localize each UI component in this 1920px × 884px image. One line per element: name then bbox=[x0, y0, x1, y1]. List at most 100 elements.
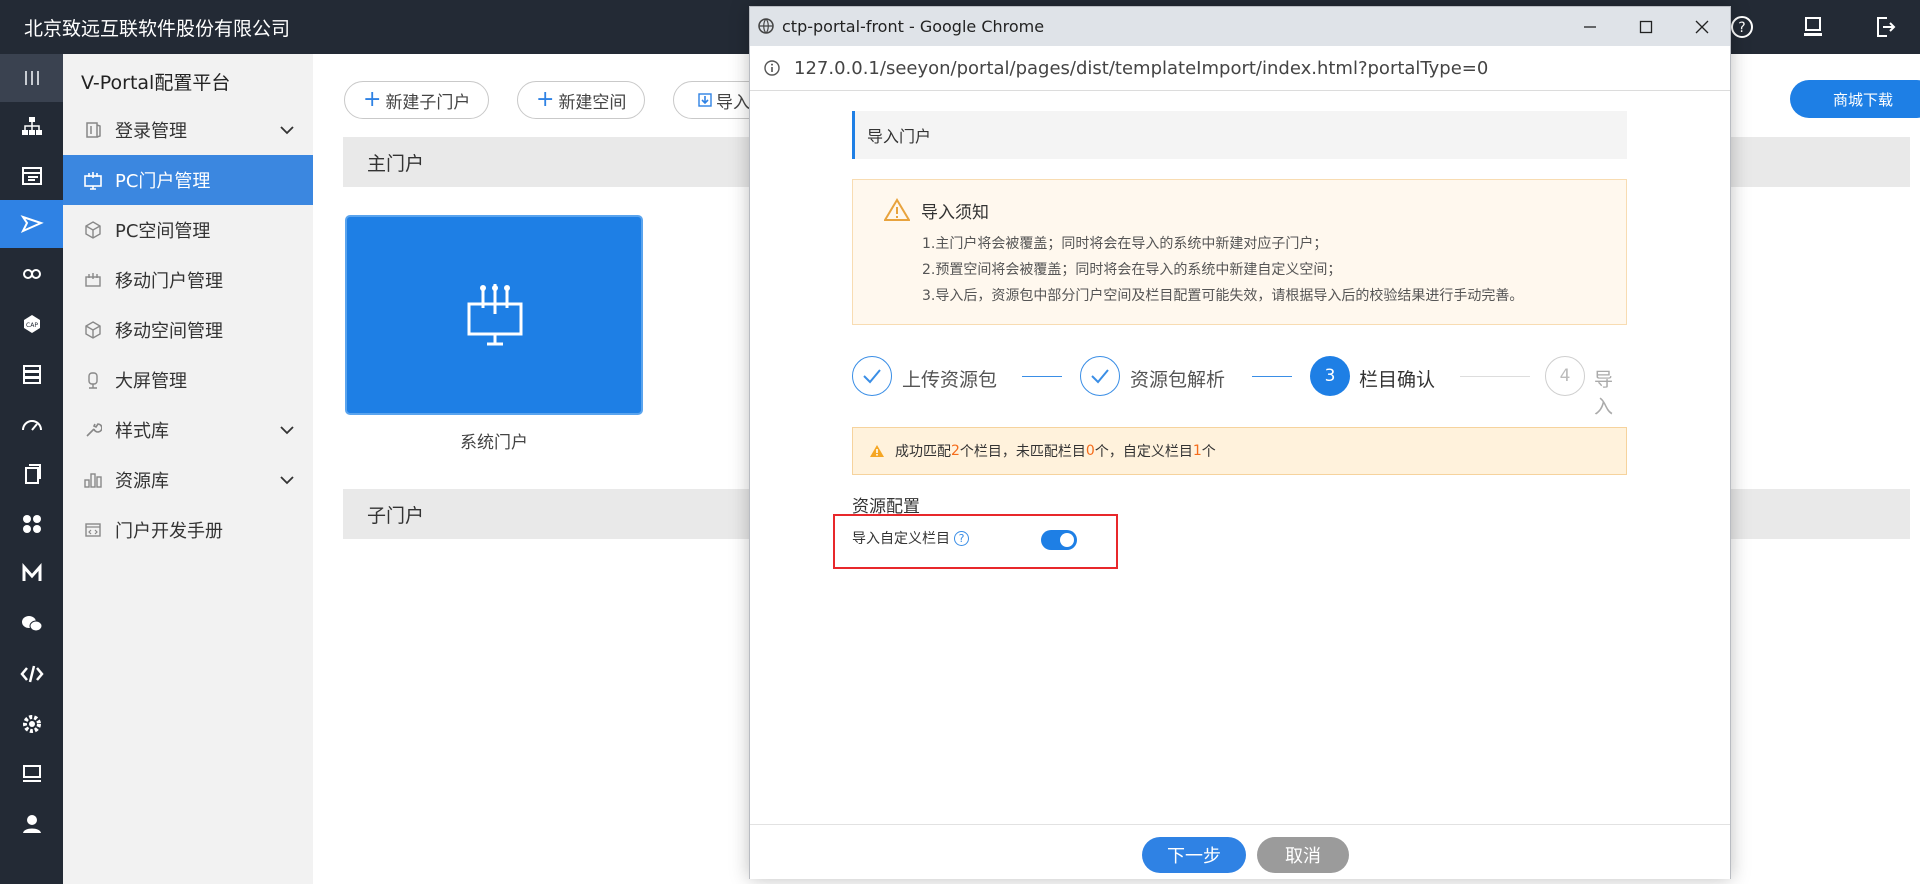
sidebar-item-label: 门户开发手册 bbox=[115, 521, 223, 542]
step-label: 导入 bbox=[1594, 369, 1614, 418]
mobile-portal-icon bbox=[83, 270, 103, 290]
chat-icon[interactable] bbox=[0, 600, 63, 648]
manual-icon bbox=[83, 520, 103, 540]
document-icon[interactable] bbox=[0, 450, 63, 498]
svg-text:?: ? bbox=[1738, 20, 1745, 36]
chevron-down-icon bbox=[279, 122, 295, 143]
storage-icon[interactable] bbox=[0, 350, 63, 398]
match-text: 个栏目，未匹配栏目 bbox=[959, 444, 1086, 460]
step-label: 资源包解析 bbox=[1130, 369, 1226, 391]
step-connector bbox=[1022, 376, 1062, 377]
bars-icon bbox=[83, 470, 103, 490]
match-text: 个 bbox=[1201, 444, 1216, 460]
notice-line: 1.主门户将会被覆盖；同时将会在导入的系统中新建对应子门户； bbox=[922, 236, 1328, 252]
match-result-bar: 成功匹配 2 个栏目，未匹配栏目 0 个，自定义栏目 1 个 bbox=[852, 427, 1627, 475]
chevron-down-icon bbox=[279, 422, 295, 443]
step-label: 栏目确认 bbox=[1359, 369, 1436, 391]
window-title: ctp-portal-front - Google Chrome bbox=[782, 17, 1045, 36]
match-text: 个，自定义栏目 bbox=[1094, 444, 1193, 460]
system-portal-label: 系统门户 bbox=[460, 433, 528, 453]
step-connector bbox=[1460, 376, 1530, 377]
url-text: 127.0.0.1/seeyon/portal/pages/dist/templ… bbox=[794, 58, 1489, 79]
help-icon[interactable]: ? bbox=[1727, 12, 1757, 42]
step-number: 3 bbox=[1310, 356, 1350, 396]
sidebar-item-mobile-space-management[interactable]: 移动空间管理 bbox=[63, 305, 313, 355]
chrome-popup-window: ctp-portal-front - Google Chrome 127.0.0… bbox=[749, 6, 1731, 879]
section-title: 主门户 bbox=[367, 152, 425, 175]
close-button[interactable] bbox=[1674, 7, 1730, 46]
icon-rail: CAP bbox=[0, 54, 63, 884]
sidebar-item-pc-space-management[interactable]: PC空间管理 bbox=[63, 205, 313, 255]
notice-title: 导入须知 bbox=[921, 203, 989, 223]
address-bar[interactable]: 127.0.0.1/seeyon/portal/pages/dist/templ… bbox=[750, 46, 1730, 91]
sidebar-item-label: 样式库 bbox=[115, 421, 169, 442]
plus-icon: + bbox=[536, 87, 555, 112]
chevron-down-icon bbox=[279, 472, 295, 493]
sidebar-item-portal-dev-manual[interactable]: 门户开发手册 bbox=[63, 505, 313, 555]
import-portal-page: 导入门户 导入须知 1.主门户将会被覆盖；同时将会在导入的系统中新建对应子门户；… bbox=[750, 91, 1730, 824]
sidebar-item-label: PC空间管理 bbox=[115, 221, 211, 242]
window-title-bar: ctp-portal-front - Google Chrome bbox=[750, 7, 1730, 46]
step-number: 4 bbox=[1545, 356, 1585, 396]
import-notice-panel: 导入须知 1.主门户将会被覆盖；同时将会在导入的系统中新建对应子门户； 2.预置… bbox=[852, 179, 1627, 325]
sidebar-item-mobile-portal-management[interactable]: 移动门户管理 bbox=[63, 255, 313, 305]
new-sub-portal-button[interactable]: + 新建子门户 bbox=[344, 81, 490, 119]
unmatched-count: 0 bbox=[1085, 443, 1095, 459]
sidebar-item-label: PC门户管理 bbox=[115, 171, 211, 192]
cube-icon bbox=[83, 320, 103, 340]
step-connector bbox=[1252, 376, 1292, 377]
apps-icon[interactable] bbox=[0, 500, 63, 548]
maximize-button[interactable] bbox=[1618, 7, 1674, 46]
section-title: 子门户 bbox=[367, 504, 425, 527]
system-portal-card[interactable] bbox=[345, 215, 643, 415]
new-space-label: 新建空间 bbox=[558, 92, 627, 113]
import-steps: 上传资源包 资源包解析 3 栏目确认 4 导入 bbox=[852, 356, 1627, 418]
settings-icon[interactable] bbox=[0, 700, 63, 748]
sidebar-item-big-screen-management[interactable]: 大屏管理 bbox=[63, 355, 313, 405]
link-icon[interactable] bbox=[0, 250, 63, 298]
company-name: 北京致远互联软件股份有限公司 bbox=[24, 18, 291, 40]
new-space-button[interactable]: + 新建空间 bbox=[517, 81, 646, 119]
mall-download-button[interactable]: 商城下载 bbox=[1790, 80, 1920, 118]
sidebar-title: V-Portal配置平台 bbox=[81, 72, 231, 94]
user-icon[interactable] bbox=[0, 800, 63, 848]
org-icon[interactable] bbox=[0, 102, 63, 150]
sidebar-item-label: 移动空间管理 bbox=[115, 321, 223, 342]
cap-icon[interactable]: CAP bbox=[0, 300, 63, 348]
match-text: 成功匹配 bbox=[895, 444, 951, 460]
portal-icon bbox=[467, 284, 523, 346]
login-icon bbox=[83, 120, 103, 140]
cancel-button[interactable]: 取消 bbox=[1257, 837, 1349, 873]
code-icon[interactable] bbox=[0, 650, 63, 698]
notice-line: 2.预置空间将会被覆盖；同时将会在导入的系统中新建自定义空间； bbox=[922, 262, 1342, 278]
step-parse-done-icon bbox=[1080, 356, 1120, 396]
sidebar-item-login-management[interactable]: 登录管理 bbox=[63, 105, 313, 155]
send-icon[interactable] bbox=[0, 200, 63, 248]
svg-text:CAP: CAP bbox=[26, 322, 38, 329]
matched-count: 2 bbox=[951, 443, 960, 459]
import-icon bbox=[698, 93, 712, 107]
sidebar-item-style-library[interactable]: 样式库 bbox=[63, 405, 313, 455]
minimize-button[interactable] bbox=[1562, 7, 1618, 46]
sidebar-item-label: 移动门户管理 bbox=[115, 271, 223, 292]
dashboard-icon[interactable] bbox=[0, 400, 63, 448]
menu-toggle-icon[interactable] bbox=[0, 54, 63, 102]
sidebar-item-pc-portal-management[interactable]: PC门户管理 bbox=[63, 155, 313, 205]
screen-icon bbox=[83, 370, 103, 390]
computer-icon[interactable] bbox=[0, 750, 63, 798]
info-icon[interactable] bbox=[764, 60, 780, 76]
warning-icon bbox=[870, 445, 884, 457]
step-upload-done-icon bbox=[852, 356, 892, 396]
sidebar-item-resource-library[interactable]: 资源库 bbox=[63, 455, 313, 505]
next-step-button[interactable]: 下一步 bbox=[1142, 837, 1246, 873]
import-label: 导入 bbox=[716, 92, 750, 113]
m-icon[interactable] bbox=[0, 550, 63, 598]
dialog-footer: 下一步 取消 bbox=[750, 824, 1730, 879]
sidebar-item-label: 资源库 bbox=[115, 471, 169, 492]
wrench-icon bbox=[83, 420, 103, 440]
import-portal-title: 导入门户 bbox=[852, 111, 1627, 159]
table-icon[interactable] bbox=[0, 152, 63, 200]
new-sub-portal-label: 新建子门户 bbox=[385, 92, 471, 113]
logout-icon[interactable] bbox=[1870, 12, 1900, 42]
monitor-icon[interactable] bbox=[1798, 12, 1828, 42]
